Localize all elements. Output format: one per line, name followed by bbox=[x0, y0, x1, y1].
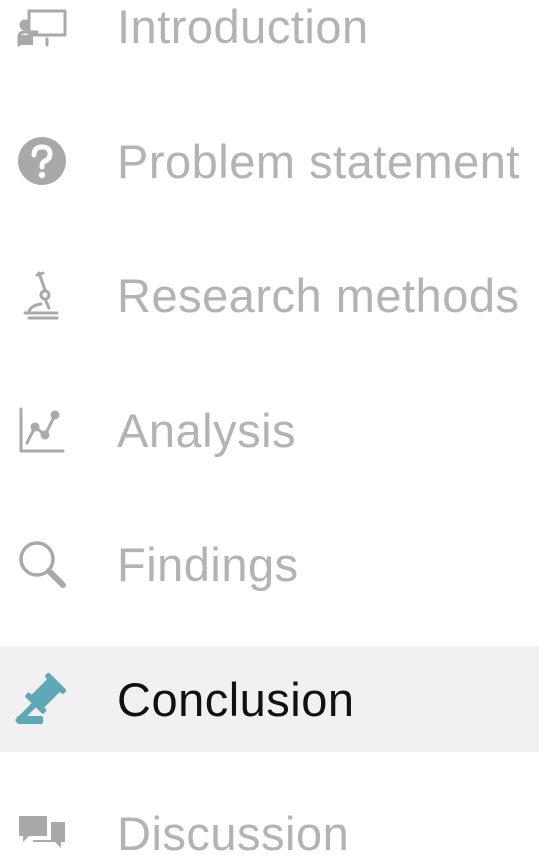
section-navigation: Introduction Problem statement Research … bbox=[0, 0, 539, 855]
nav-item-conclusion[interactable]: Conclusion bbox=[0, 646, 539, 752]
nav-label-findings: Findings bbox=[117, 537, 299, 591]
nav-item-introduction[interactable]: Introduction bbox=[0, 0, 539, 79]
nav-label-research-methods: Research methods bbox=[117, 268, 520, 322]
nav-label-analysis: Analysis bbox=[117, 403, 297, 457]
nav-label-conclusion: Conclusion bbox=[117, 672, 355, 726]
nav-item-discussion[interactable]: Discussion bbox=[0, 780, 539, 855]
nav-label-discussion: Discussion bbox=[117, 806, 350, 855]
nav-item-analysis[interactable]: Analysis bbox=[0, 377, 539, 483]
nav-label-introduction: Introduction bbox=[117, 0, 369, 53]
presentation-icon bbox=[15, 0, 69, 53]
line-chart-icon bbox=[15, 403, 69, 457]
comments-icon bbox=[15, 806, 69, 855]
nav-item-findings[interactable]: Findings bbox=[0, 511, 539, 617]
question-circle-icon bbox=[15, 134, 69, 188]
nav-item-problem-statement[interactable]: Problem statement bbox=[0, 108, 539, 214]
search-icon bbox=[15, 537, 69, 591]
nav-label-problem-statement: Problem statement bbox=[117, 134, 520, 188]
microscope-icon bbox=[15, 268, 69, 322]
nav-item-research-methods[interactable]: Research methods bbox=[0, 242, 539, 348]
gavel-icon bbox=[15, 672, 69, 726]
